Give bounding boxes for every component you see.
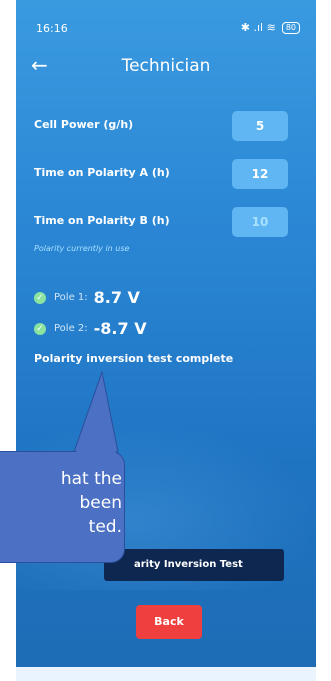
setting-label: Cell Power (g/h) xyxy=(34,118,134,131)
polarity-b-field[interactable]: 10 xyxy=(232,207,288,237)
status-time: 16:16 xyxy=(36,22,68,35)
pole-2-reading: ✓ Pole 2: -8.7 V xyxy=(34,319,147,338)
setting-label: Time on Polarity B (h) xyxy=(34,214,170,227)
pole-value: 8.7 V xyxy=(93,288,140,307)
setting-row-cell-power: Cell Power (g/h) 5 xyxy=(30,111,302,141)
setting-row-polarity-b: Time on Polarity B (h) 10 xyxy=(30,207,302,237)
header: ← Technician xyxy=(16,52,316,80)
pole-value: -8.7 V xyxy=(93,319,147,338)
back-button[interactable]: Back xyxy=(136,605,202,639)
pole-1-reading: ✓ Pole 1: 8.7 V xyxy=(34,288,140,307)
signal-icon: ✱ .ıl ≋ xyxy=(240,21,276,34)
check-icon: ✓ xyxy=(34,322,46,335)
polarity-inversion-test-button[interactable]: arity Inversion Test xyxy=(104,549,284,581)
check-icon: ✓ xyxy=(34,291,46,304)
callout-line: hat the xyxy=(60,469,122,489)
pole-label: Pole 1: xyxy=(54,292,88,303)
test-status-message: Polarity inversion test complete xyxy=(34,352,234,365)
pole-label: Pole 2: xyxy=(54,323,88,334)
setting-row-polarity-a: Time on Polarity A (h) 12 xyxy=(30,159,302,189)
page-title: Technician xyxy=(121,56,211,76)
setting-label: Time on Polarity A (h) xyxy=(34,166,170,179)
callout-line: ted. xyxy=(88,517,122,537)
callout-line: been xyxy=(79,493,122,513)
polarity-hint: Polarity currently in use xyxy=(34,244,130,253)
callout-text: hat the been ted. xyxy=(0,467,126,539)
status-bar: 16:16 ✱ .ıl ≋ 80 xyxy=(16,0,316,40)
cell-power-field[interactable]: 5 xyxy=(232,111,288,141)
bottom-bar xyxy=(16,667,316,681)
polarity-a-field[interactable]: 12 xyxy=(232,159,288,189)
battery-icon: 80 xyxy=(281,21,300,34)
status-icons: ✱ .ıl ≋ 80 xyxy=(241,21,300,34)
